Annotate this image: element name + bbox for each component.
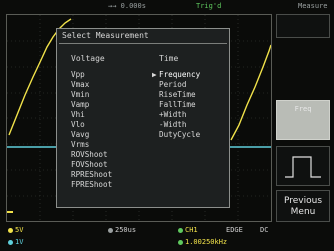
- coupling: DC: [260, 226, 269, 234]
- measurement-period[interactable]: Period: [159, 80, 186, 89]
- frequency-icon: [178, 239, 183, 245]
- trigger-type: EDGE: [226, 226, 243, 234]
- trigger-icon: [178, 227, 183, 233]
- previous-menu-line2: Menu: [290, 207, 316, 217]
- measurement-rpreshoot[interactable]: RPREShoot: [71, 170, 112, 179]
- time-header: Time: [159, 54, 179, 63]
- measurement-dutycycle[interactable]: DutyCycle: [159, 130, 200, 139]
- measurement-vlo[interactable]: Vlo: [71, 120, 85, 129]
- ch1-indicator-icon: [8, 227, 13, 233]
- timebase-marker: →→ 0.000s: [108, 2, 146, 10]
- oscilloscope-screen: →→ 0.000s Trig'd Measure Select Measurem…: [0, 0, 334, 251]
- side-menu: Freq Previous Menu: [274, 14, 334, 222]
- previous-menu-button[interactable]: Previous Menu: [276, 190, 330, 222]
- measurement-vmin[interactable]: Vmin: [71, 90, 89, 99]
- dialog-divider: [59, 43, 227, 44]
- menu-active-label: Freq: [294, 105, 312, 113]
- voltage-header: Voltage: [71, 54, 105, 63]
- pulse-waveform-icon: [285, 156, 321, 178]
- trigger-state: Trig'd: [196, 2, 222, 10]
- trigger-source: CH1: [178, 226, 198, 234]
- measurement-vpp[interactable]: Vpp: [71, 70, 85, 79]
- measurement-falltime[interactable]: FallTime: [159, 100, 196, 109]
- bottom-status-bar: 5V 1V 250us CH1 EDGE DC 1.00250kHz: [0, 224, 334, 251]
- measurement-neg-width[interactable]: -Width: [159, 120, 186, 129]
- menu-name: Measure: [298, 2, 328, 10]
- measurement-frequency[interactable]: Frequency: [159, 70, 200, 79]
- measurement-vrms[interactable]: Vrms: [71, 140, 89, 149]
- timebase-icon: [108, 227, 113, 233]
- ch1-scale: 5V: [8, 226, 23, 234]
- dialog-title: Select Measurement: [62, 31, 149, 40]
- ch2-indicator-icon: [8, 239, 13, 245]
- measurement-pos-width[interactable]: +Width: [159, 110, 186, 119]
- measurement-rovshoot[interactable]: ROVShoot: [71, 150, 108, 159]
- frequency-value: 1.00250kHz: [185, 238, 228, 246]
- measurement-fovshoot[interactable]: FOVShoot: [71, 160, 108, 169]
- top-status-bar: →→ 0.000s Trig'd Measure: [0, 0, 334, 12]
- menu-item-waveform-type[interactable]: [276, 146, 330, 186]
- menu-item-top[interactable]: [276, 14, 330, 38]
- measurement-vavg[interactable]: Vavg: [71, 130, 89, 139]
- frequency-readout: 1.00250kHz: [178, 238, 227, 246]
- ch2-scale: 1V: [8, 238, 23, 246]
- ch2-scale-value: 1V: [15, 238, 24, 246]
- timebase-value: 250us: [115, 226, 137, 234]
- measurement-vamp[interactable]: Vamp: [71, 100, 89, 109]
- ch1-trace-right: [230, 44, 272, 141]
- measurement-vmax[interactable]: Vmax: [71, 80, 89, 89]
- trigger-source-value: CH1: [185, 226, 198, 234]
- previous-menu-label: Previous Menu: [277, 196, 329, 218]
- previous-menu-line1: Previous: [283, 196, 323, 206]
- menu-item-frequency[interactable]: Freq: [276, 100, 330, 140]
- select-measurement-dialog[interactable]: Select Measurement Voltage Time Vpp Vmax…: [56, 28, 230, 208]
- measurement-vhi[interactable]: Vhi: [71, 110, 85, 119]
- timebase-readout: 250us: [108, 226, 136, 234]
- selection-marker: ▶: [152, 70, 157, 79]
- measurement-fpreshoot[interactable]: FPREShoot: [71, 180, 112, 189]
- measurement-risetime[interactable]: RiseTime: [159, 90, 196, 99]
- ch1-scale-value: 5V: [15, 226, 24, 234]
